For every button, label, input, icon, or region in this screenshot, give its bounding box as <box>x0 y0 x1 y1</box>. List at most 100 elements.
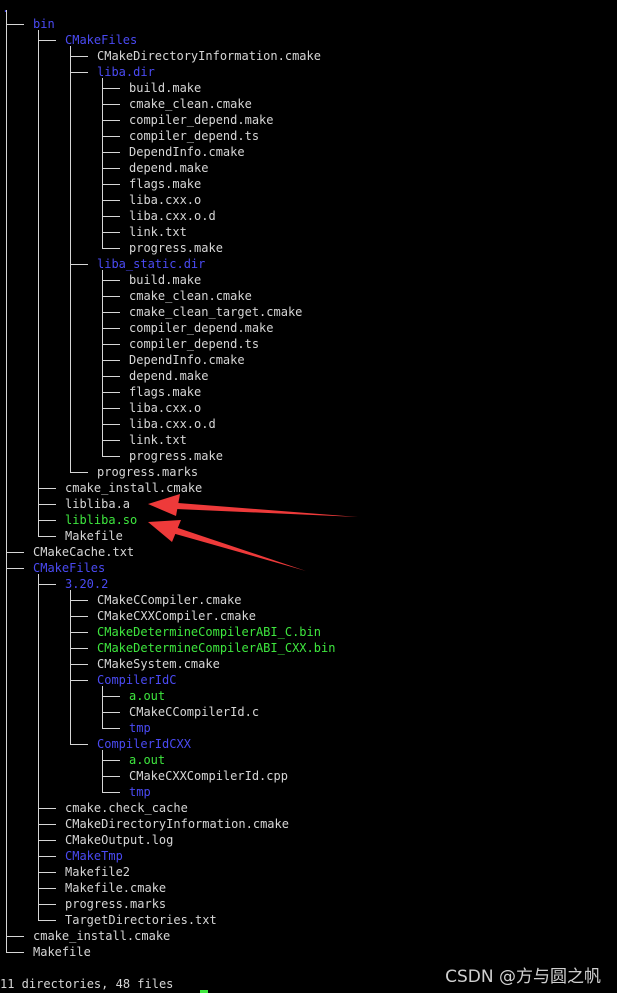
tree-branch <box>70 600 88 601</box>
tree-branch <box>102 120 120 121</box>
arrow-to-libliba-a <box>148 494 358 517</box>
tree-file-name: progress.marks <box>97 465 199 479</box>
tree-file-name: CMakeCXXCompiler.cmake <box>97 609 256 623</box>
tree-file-name: progress.marks <box>65 897 167 911</box>
tree-branch <box>102 152 120 153</box>
tree-guide-line <box>70 590 71 745</box>
tree-branch <box>70 664 88 665</box>
tree-branch <box>6 936 24 937</box>
tree-branch <box>102 408 120 409</box>
tree-branch <box>102 696 120 697</box>
tree-guide-line <box>38 574 39 921</box>
tree-file-name: CMakeCache.txt <box>33 545 135 559</box>
tree-file-name: compiler_depend.make <box>129 113 274 127</box>
tree-file-name: liba.cxx.o <box>129 401 202 415</box>
tree-file-name: CMakeDetermineCompilerABI_CXX.bin <box>97 641 336 655</box>
tree-guide-line <box>102 686 103 729</box>
tree-file-name: libliba.a <box>65 497 131 511</box>
tree-branch <box>38 824 56 825</box>
tree-guide-line <box>38 30 39 537</box>
terminal-window: . bin CMakeFiles CMakeDirectoryInformation… <box>0 0 617 993</box>
tree-file-name: CMakeSystem.cmake <box>97 657 220 671</box>
tree-branch <box>6 24 24 25</box>
tree-branch <box>102 296 120 297</box>
tree-file-name: depend.make <box>129 369 209 383</box>
tree-branch <box>102 216 120 217</box>
tree-guide-line <box>70 46 71 473</box>
tree-branch <box>6 952 24 953</box>
tree-branch <box>102 376 120 377</box>
tree-branch <box>70 680 88 681</box>
tree-file-name: link.txt <box>129 433 187 447</box>
tree-file-name: compiler_depend.ts <box>129 129 260 143</box>
tree-branch <box>70 648 88 649</box>
tree-file-name: depend.make <box>129 161 209 175</box>
tree-branch <box>70 56 88 57</box>
tree-branch <box>38 920 56 921</box>
tree-file-name: cmake.check_cache <box>65 801 188 815</box>
tree-file-name: compiler_depend.ts <box>129 337 260 351</box>
tree-branch <box>102 456 120 457</box>
tree-branch <box>102 760 120 761</box>
tree-file-name: flags.make <box>129 385 202 399</box>
tree-branch <box>70 72 88 73</box>
tree-directory-name: bin <box>33 17 55 31</box>
tree-file-name: Makefile2 <box>65 865 131 879</box>
tree-directory-name: CMakeFiles <box>33 561 106 575</box>
tree-branch <box>70 264 88 265</box>
tree-branch <box>102 232 120 233</box>
tree-directory-name: tmp <box>129 785 151 799</box>
tree-guide-line <box>6 10 7 953</box>
tree-directory-name: CompilerIdC <box>97 673 177 687</box>
tree-branch <box>70 632 88 633</box>
tree-guide-line <box>102 78 103 249</box>
arrow-to-libliba-so <box>148 520 306 571</box>
tree-directory-name: CMakeTmp <box>65 849 123 863</box>
tree-branch <box>38 40 56 41</box>
tree-file-name: compiler_depend.make <box>129 321 274 335</box>
tree-file-name: a.out <box>129 753 166 767</box>
tree-file-name: Makefile.cmake <box>65 881 167 895</box>
tree-branch <box>38 536 56 537</box>
tree-branch <box>6 552 24 553</box>
tree-branch <box>70 472 88 473</box>
tree-branch <box>102 728 120 729</box>
tree-file-name: liba.cxx.o.d <box>129 417 216 431</box>
tree-file-name: CMakeCCompilerId.c <box>129 705 260 719</box>
tree-branch <box>38 584 56 585</box>
tree-branch <box>102 312 120 313</box>
tree-guide-line <box>102 750 103 793</box>
tree-file-name: progress.make <box>129 241 223 255</box>
tree-file-name: flags.make <box>129 177 202 191</box>
tree-file-name: CMakeCCompiler.cmake <box>97 593 242 607</box>
tree-file-name: CMakeDetermineCompilerABI_C.bin <box>97 625 321 639</box>
tree-directory-name: CMakeFiles <box>65 33 138 47</box>
tree-branch <box>38 888 56 889</box>
tree-file-name: build.make <box>129 81 202 95</box>
tree-branch <box>6 568 24 569</box>
tree-branch <box>38 520 56 521</box>
tree-branch <box>102 248 120 249</box>
tree-branch <box>38 872 56 873</box>
tree-guide-line <box>102 270 103 457</box>
tree-file-name: DependInfo.cmake <box>129 353 245 367</box>
tree-file-name: progress.make <box>129 449 223 463</box>
tree-file-name: link.txt <box>129 225 187 239</box>
tree-file-name: libliba.so <box>65 513 138 527</box>
tree-branch <box>102 184 120 185</box>
tree-file-name: cmake_install.cmake <box>33 929 171 943</box>
tree-branch <box>70 616 88 617</box>
tree-file-name: CMakeCXXCompilerId.cpp <box>129 769 288 783</box>
tree-directory-name: CompilerIdCXX <box>97 737 191 751</box>
tree-branch <box>102 104 120 105</box>
watermark: CSDN @方与圆之帆 <box>445 967 601 987</box>
tree-file-name: CMakeDirectoryInformation.cmake <box>65 817 289 831</box>
tree-file-name: cmake_clean.cmake <box>129 97 252 111</box>
tree-branch <box>102 200 120 201</box>
tree-file-name: build.make <box>129 273 202 287</box>
tree-branch <box>102 136 120 137</box>
tree-summary: 11 directories, 48 files <box>0 977 174 991</box>
tree-file-name: Makefile <box>65 529 123 543</box>
tree-directory-name: liba_static.dir <box>97 257 206 271</box>
tree-branch <box>38 840 56 841</box>
